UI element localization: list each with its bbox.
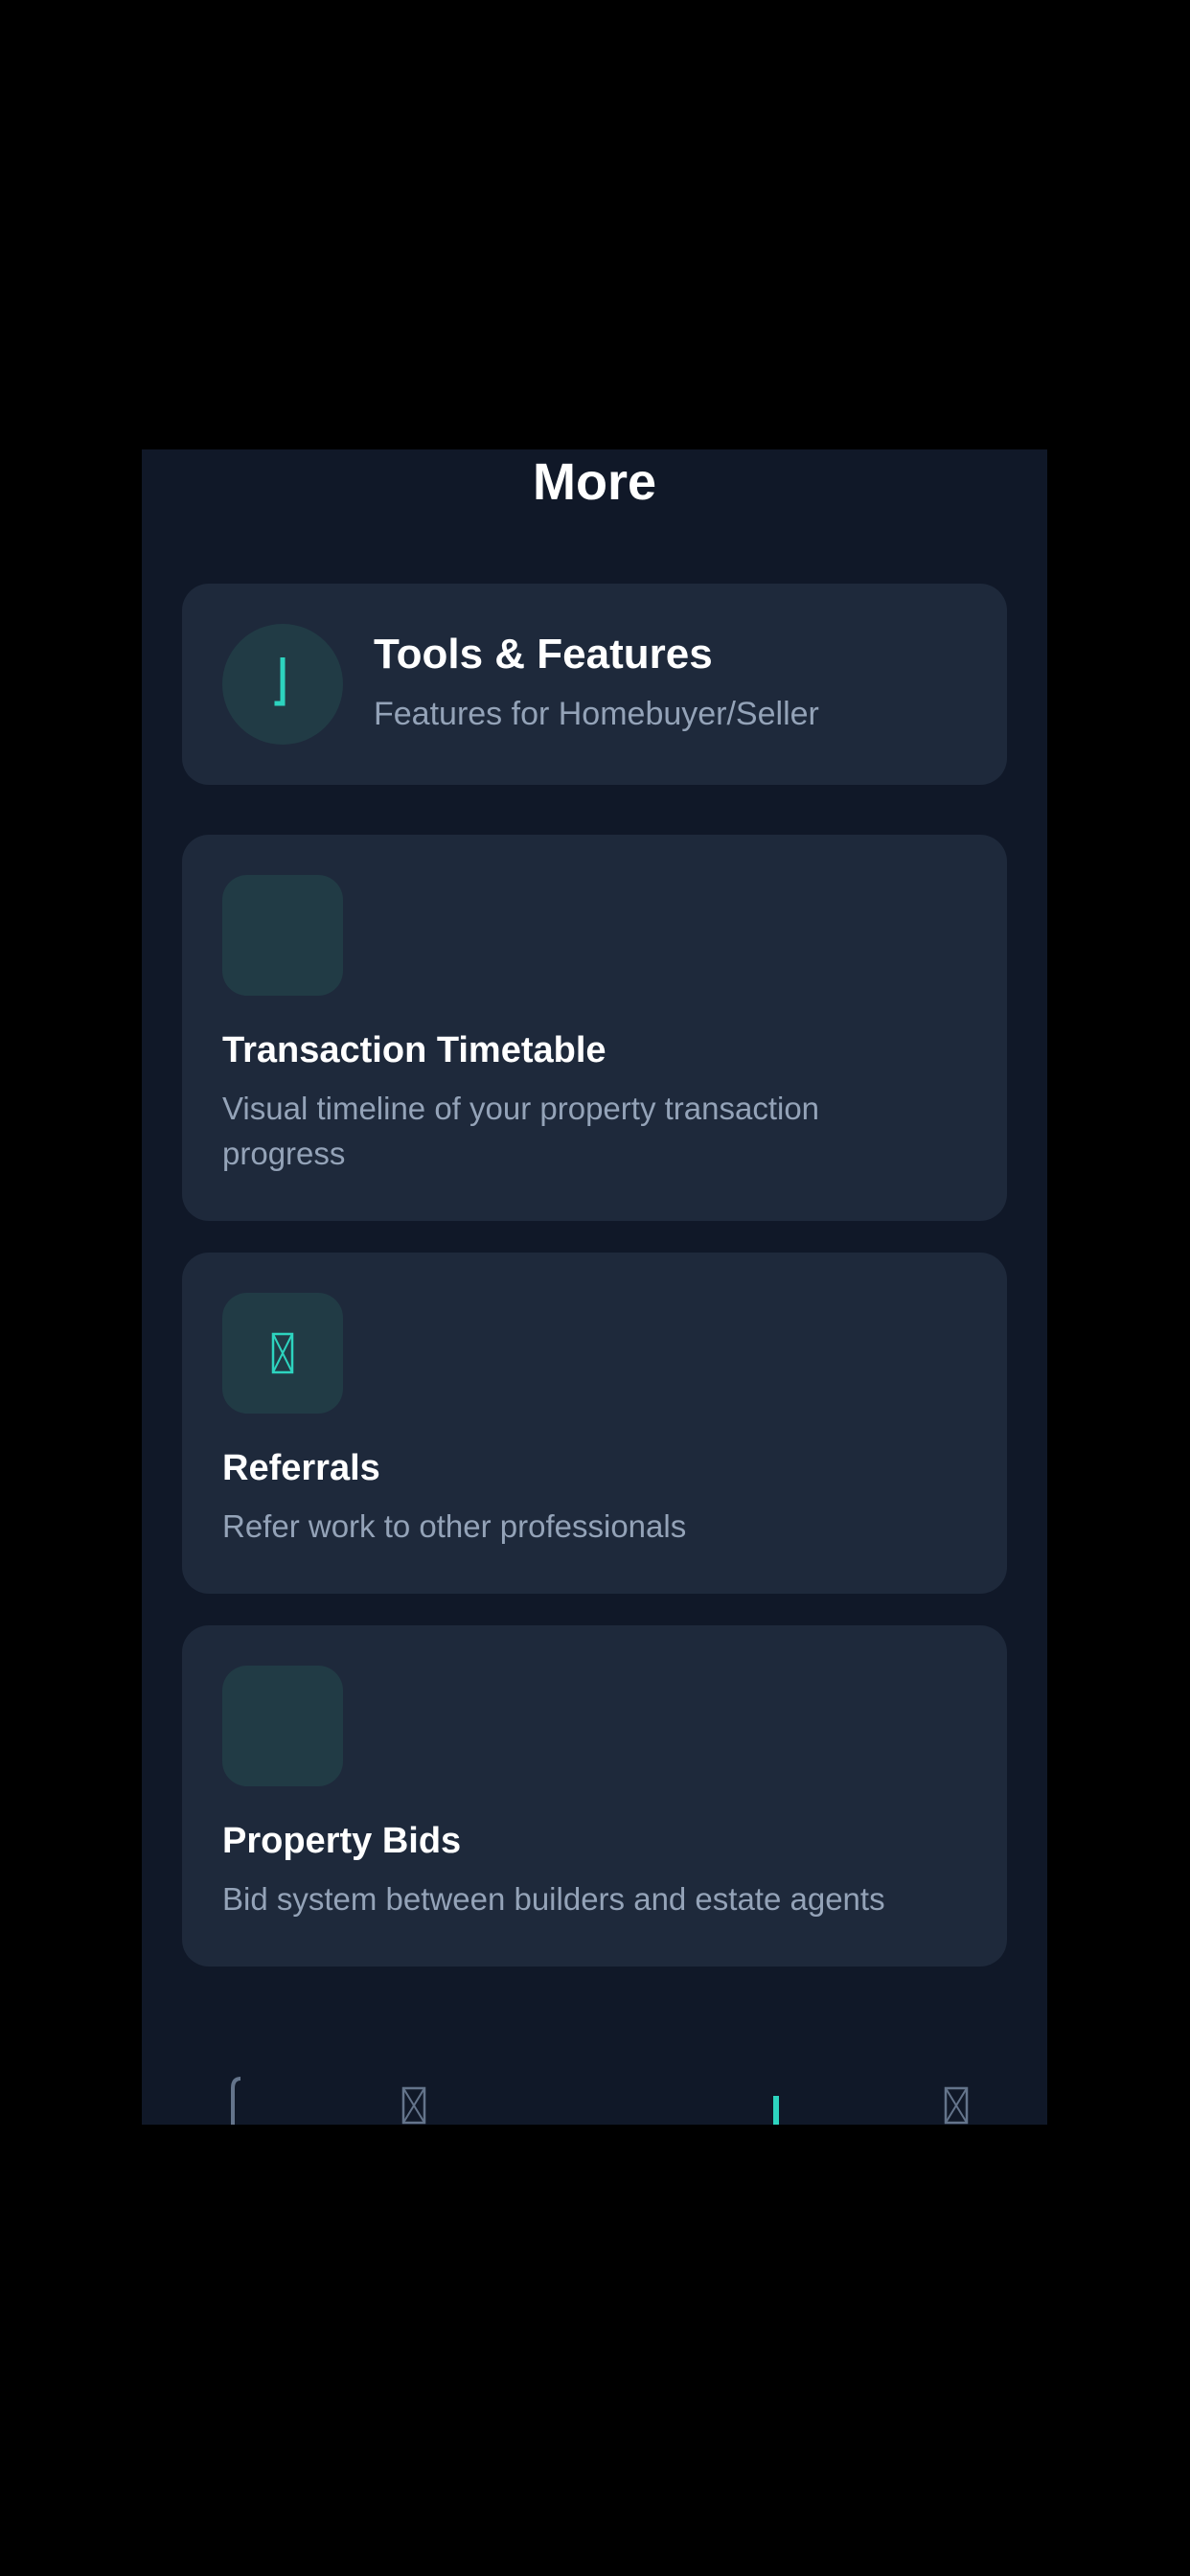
more-screen: More Tools & Features Features for Homeb…	[142, 449, 1047, 2125]
referral-icon	[222, 1293, 343, 1414]
transaction-timetable-card[interactable]: Transaction Timetable Visual timeline of…	[182, 835, 1007, 1221]
property-bids-card[interactable]: Property Bids Bid system between builder…	[182, 1625, 1007, 1966]
tools-features-subtitle: Features for Homebuyer/Seller	[374, 696, 819, 732]
tab-more[interactable]	[747, 2067, 805, 2125]
referrals-description: Refer work to other professionals	[222, 1508, 687, 1544]
referrals-title: Referrals	[222, 1448, 380, 1488]
transaction-timetable-description: Visual timeline of your property transac…	[222, 1091, 820, 1171]
home-icon	[231, 2077, 241, 2125]
tab-home[interactable]	[206, 2067, 263, 2125]
tools-features-title: Tools & Features	[374, 631, 713, 678]
page-title: More	[532, 453, 656, 511]
bottom-tab-bar	[142, 2048, 1047, 2125]
property-bids-title: Property Bids	[222, 1821, 462, 1861]
timeline-icon	[222, 875, 343, 996]
tab-profile[interactable]	[927, 2067, 985, 2125]
search-icon	[401, 2086, 426, 2125]
tools-features-card: Tools & Features Features for Homebuyer/…	[182, 584, 1007, 785]
referrals-card[interactable]: Referrals Refer work to other profession…	[182, 1253, 1007, 1594]
tab-search[interactable]	[385, 2067, 443, 2125]
profile-icon	[944, 2086, 969, 2125]
tools-icon	[222, 624, 343, 745]
property-bids-description: Bid system between builders and estate a…	[222, 1881, 885, 1917]
more-icon	[773, 2096, 779, 2125]
transaction-timetable-title: Transaction Timetable	[222, 1030, 606, 1070]
bid-icon	[222, 1666, 343, 1786]
